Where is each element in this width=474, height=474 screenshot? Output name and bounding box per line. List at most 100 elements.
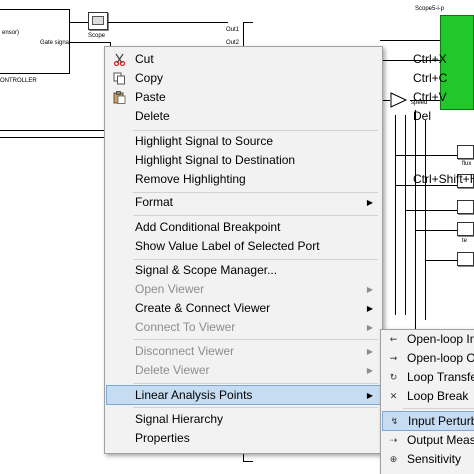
submenu-item-sensitivity[interactable]: ⊕ Sensitivity xyxy=(382,450,474,469)
menu-item-shortcut: Ctrl+Shift+H xyxy=(413,172,474,186)
controller-label: ONTROLLER xyxy=(0,78,37,84)
menu-item-label: Cut xyxy=(135,52,154,66)
scope-block[interactable] xyxy=(457,222,474,236)
context-menu: Cut Ctrl+X Copy Ctrl+C Paste Ctrl+V Dele… xyxy=(104,46,474,454)
scope-block[interactable] xyxy=(457,200,474,214)
signal-line[interactable] xyxy=(425,120,426,320)
signal-line[interactable] xyxy=(425,260,457,261)
menu-separator xyxy=(133,407,378,408)
submenu-item-open-loop-output[interactable]: ⇝ Open-loop O xyxy=(382,349,474,368)
menu-item-label: Properties xyxy=(135,431,190,445)
signal-line[interactable] xyxy=(70,42,110,43)
submenu-arrow-icon: ▶ xyxy=(366,285,373,294)
menu-item-label: Highlight Signal to Destination xyxy=(135,153,296,167)
sensitivity-icon: ⊕ xyxy=(389,454,398,464)
menu-item-shortcut: Ctrl+V xyxy=(413,90,447,104)
loop-break-icon: ✕ xyxy=(389,391,398,401)
open-loop-output-icon: ⇝ xyxy=(389,353,398,363)
submenu-item-open-loop-input[interactable]: ⇜ Open-loop In xyxy=(382,330,474,349)
open-loop-input-icon: ⇜ xyxy=(389,334,398,344)
submenu-item-label: Input Perturba xyxy=(408,414,474,428)
menu-item-format[interactable]: Format ▶ xyxy=(106,193,381,212)
submenu-item-label: Open-loop In xyxy=(407,332,474,346)
menu-item-label: Linear Analysis Points xyxy=(135,388,253,402)
loop-transfer-icon: ↻ xyxy=(389,372,398,382)
scissors-icon xyxy=(113,53,126,66)
submenu-item-output-measurement[interactable]: ⇢ Output Meas xyxy=(382,431,474,450)
menu-item-delete[interactable]: Delete Del xyxy=(106,107,431,126)
copy-icon xyxy=(113,72,125,85)
scope-top-label: Scope5-i-p xyxy=(415,6,445,12)
menu-item-label: Format xyxy=(135,195,174,209)
menu-item-cut[interactable]: Cut Ctrl+X xyxy=(106,50,447,69)
scope-block[interactable] xyxy=(88,12,108,30)
menu-item-disconnect-viewer[interactable]: Disconnect Viewer ▶ xyxy=(106,342,381,361)
menu-item-signal-hierarchy[interactable]: Signal Hierarchy xyxy=(106,410,381,429)
input-perturbation-icon: ↯ xyxy=(390,416,399,426)
gate-signal-port-label: Gate signal xyxy=(40,40,71,46)
signal-line[interactable] xyxy=(405,210,457,211)
submenu-arrow-icon: ▶ xyxy=(366,391,373,400)
menu-item-properties[interactable]: Properties xyxy=(106,429,381,448)
menu-item-open-viewer[interactable]: Open Viewer ▶ xyxy=(106,280,381,299)
menu-item-delete-viewer[interactable]: Delete Viewer ▶ xyxy=(106,361,381,380)
menu-item-show-value-label[interactable]: Show Value Label of Selected Port xyxy=(106,237,381,256)
menu-item-label: Show Value Label of Selected Port xyxy=(135,239,320,253)
menu-item-signal-scope-manager[interactable]: Signal & Scope Manager... xyxy=(106,261,381,280)
scope-block[interactable] xyxy=(457,145,474,159)
submenu-item-label: Output Meas xyxy=(407,433,474,447)
menu-item-add-conditional-breakpoint[interactable]: Add Conditional Breakpoint xyxy=(106,218,381,237)
submenu-arrow-icon: ▶ xyxy=(366,347,373,356)
signal-line[interactable] xyxy=(70,22,88,23)
signal-line[interactable] xyxy=(405,115,406,315)
submenu-item-loop-break[interactable]: ✕ Loop Break xyxy=(382,387,474,406)
signal-line[interactable] xyxy=(0,130,105,131)
menu-item-shortcut: Del xyxy=(413,109,432,123)
submenu-arrow-icon: ▶ xyxy=(366,323,373,332)
menu-item-paste[interactable]: Paste Ctrl+V xyxy=(106,88,447,107)
menu-item-label: Add Conditional Breakpoint xyxy=(135,220,281,234)
signal-line[interactable] xyxy=(380,40,440,41)
scope-block[interactable] xyxy=(457,252,474,266)
submenu-item-label: Sensitivity xyxy=(407,452,462,466)
menu-item-label: Signal & Scope Manager... xyxy=(135,263,278,277)
te-signal-label: te xyxy=(462,238,468,244)
submenu-item-label: Open-loop O xyxy=(407,351,474,365)
menu-item-label: Paste xyxy=(135,90,166,104)
submenu-arrow-icon: ▶ xyxy=(366,304,373,313)
menu-item-create-connect-viewer[interactable]: Create & Connect Viewer ▶ xyxy=(106,299,381,318)
submenu-item-label: Loop Transfer xyxy=(407,370,474,384)
menu-item-label: Highlight Signal to Source xyxy=(135,134,274,148)
menu-separator xyxy=(133,130,378,131)
linear-analysis-submenu: ⇜ Open-loop In ⇝ Open-loop O ↻ Loop Tran… xyxy=(380,329,474,474)
menu-item-highlight-to-destination[interactable]: Highlight Signal to Destination xyxy=(106,151,381,170)
menu-item-label: Delete xyxy=(135,109,170,123)
menu-item-copy[interactable]: Copy Ctrl+C xyxy=(106,69,447,88)
output-measurement-icon: ⇢ xyxy=(389,435,398,445)
menu-item-highlight-to-source[interactable]: Highlight Signal to Source xyxy=(106,132,381,151)
signal-line[interactable] xyxy=(395,115,396,315)
menu-item-shortcut: Ctrl+C xyxy=(413,71,448,85)
flux-signal-label: flux xyxy=(462,161,472,167)
submenu-item-input-perturbation[interactable]: ↯ Input Perturba xyxy=(382,411,474,431)
menu-separator xyxy=(133,339,378,340)
menu-item-connect-to-viewer[interactable]: Connect To Viewer ▶ xyxy=(106,318,381,337)
menu-item-label: Copy xyxy=(135,71,164,85)
menu-separator xyxy=(133,215,378,216)
scope-label: Scope xyxy=(88,33,106,39)
menu-item-shortcut: Ctrl+X xyxy=(413,52,447,66)
signal-line[interactable] xyxy=(415,110,416,330)
menu-separator xyxy=(403,408,474,409)
signal-line[interactable] xyxy=(395,155,457,156)
submenu-item-loop-transfer[interactable]: ↻ Loop Transfer xyxy=(382,368,474,387)
submenu-item-label: Loop Break xyxy=(407,389,469,403)
menu-item-label: Create & Connect Viewer xyxy=(135,301,271,315)
signal-line[interactable] xyxy=(0,137,105,138)
signal-line[interactable] xyxy=(415,230,457,231)
gain-block[interactable] xyxy=(390,92,408,108)
menu-item-remove-highlighting[interactable]: Remove Highlighting Ctrl+Shift+H xyxy=(106,170,474,189)
menu-item-label: Disconnect Viewer xyxy=(135,344,235,358)
signal-line[interactable] xyxy=(108,22,228,23)
menu-item-label: Open Viewer xyxy=(135,282,205,296)
menu-item-linear-analysis-points[interactable]: Linear Analysis Points ▶ xyxy=(106,385,381,405)
